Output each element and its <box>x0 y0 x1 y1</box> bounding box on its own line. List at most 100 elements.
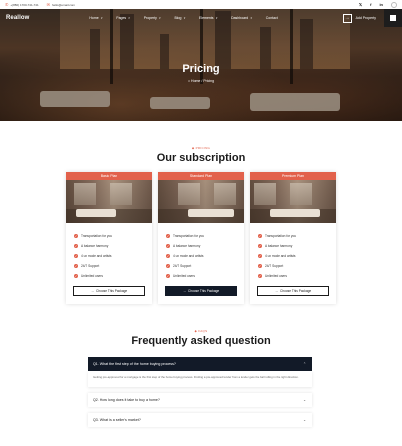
chevron-down-icon: ▾ <box>183 16 185 20</box>
nav-item-label: Contact <box>265 16 278 20</box>
facebook-icon[interactable]: f <box>370 2 371 7</box>
chevron-down-icon: ⌄ <box>303 418 306 422</box>
plan-name: Premium Plan <box>250 172 336 180</box>
linkedin-icon[interactable]: in <box>379 2 383 7</box>
feature-text: Unlimited users <box>173 274 195 278</box>
faq-question-text: Q1. What the first step of the home buyi… <box>93 362 176 366</box>
feature-text: Transportation for you <box>81 234 113 238</box>
check-icon: ✓ <box>74 234 78 238</box>
email-address: hello@email.com <box>52 2 76 7</box>
breadcrumb-home[interactable]: Home <box>191 79 200 83</box>
check-icon: ✓ <box>258 274 262 278</box>
phone-number: +(880) 1700-741-741 <box>10 2 39 7</box>
plan-card-standard: Standard Plan ✓ Transportation for you ✓ A… <box>158 172 244 304</box>
eyebrow-text: PRICING <box>195 146 211 150</box>
phone-contact[interactable]: ✆ +(880) 1700-741-741 <box>5 2 39 7</box>
nav-item-label: Property <box>143 16 157 20</box>
check-icon: ✓ <box>166 254 170 258</box>
faq-question-text: Q2. How long does it take to buy a home? <box>93 398 160 402</box>
nav-item-property[interactable]: Property ▾ <box>144 16 161 20</box>
feature-text: A balance harmony <box>265 244 293 248</box>
nav-item-elements[interactable]: Elements ▾ <box>199 16 217 20</box>
button-label: Choose This Package <box>96 289 128 293</box>
list-item: ✓ 24/7 Support <box>166 261 244 271</box>
nav-item-label: Dashboard <box>231 16 249 20</box>
faq-question-text: Q3. What is a seller's market? <box>93 418 141 422</box>
faq-eyebrow: ◆ FAQS <box>194 329 208 333</box>
choose-package-button[interactable]: → Choose This Package <box>73 286 145 296</box>
list-item: ✓ Transportation for you <box>166 231 244 241</box>
check-icon: ✓ <box>74 264 78 268</box>
nav-menu: Home ▾ Pages ▾ Property ▾ Blog ▾ Elements ▾ D… <box>89 16 277 20</box>
list-item: ✓ A balance harmony <box>166 241 244 251</box>
check-icon: ✓ <box>166 274 170 278</box>
grid-menu-button[interactable] <box>384 9 402 27</box>
chevron-down-icon: ⌄ <box>303 398 306 402</box>
plan-image <box>66 180 152 223</box>
add-property-link[interactable]: Add Property <box>356 16 376 20</box>
eyebrow-text: FAQS <box>198 329 208 333</box>
nav-item-dashboard[interactable]: Dashboard ▾ <box>231 16 252 20</box>
nav-item-pages[interactable]: Pages ▾ <box>116 16 129 20</box>
breadcrumb-current: Pricing <box>203 79 215 83</box>
faq-question-3[interactable]: Q3. What is a seller's market? ⌄ <box>88 413 312 427</box>
subscription-eyebrow: ◆ PRICING <box>191 146 211 150</box>
check-icon: ✓ <box>258 254 262 258</box>
email-contact[interactable]: ✉ hello@email.com <box>46 1 76 7</box>
faq-title: Frequently asked question <box>131 335 271 347</box>
check-icon: ✓ <box>74 254 78 258</box>
list-item: ✓ Unlimited users <box>258 271 336 281</box>
arrow-icon[interactable]: → <box>342 13 352 23</box>
top-bar: ✆ +(880) 1700-741-741 ✉ hello@email.com … <box>0 0 402 9</box>
feature-list: ✓ Transportation for you ✓ A balance harmo… <box>158 223 244 281</box>
list-item: ✓ A balance harmony <box>74 241 152 251</box>
plan-image <box>250 180 336 223</box>
logo[interactable]: Reallow <box>6 15 29 21</box>
plan-card-premium: Premium Plan ✓ Transportation for you ✓ A … <box>250 172 336 304</box>
nav-item-label: Pages <box>116 16 127 20</box>
nav-item-home[interactable]: Home ▾ <box>89 16 102 20</box>
nav-item-label: Home <box>89 16 99 20</box>
plan-image <box>158 180 244 223</box>
choose-package-button[interactable]: → Choose This Package <box>165 286 237 296</box>
feature-text: Unlimited users <box>265 274 287 278</box>
list-item: ✓ Unlimited users <box>166 271 244 281</box>
check-icon: ✓ <box>258 244 262 248</box>
x-icon[interactable]: 𝕏 <box>359 2 362 7</box>
main-navigation: Reallow Home ▾ Pages ▾ Property ▾ Blog ▾ Ele… <box>0 9 402 27</box>
check-icon: ✓ <box>74 274 78 278</box>
nav-item-contact[interactable]: Contact <box>266 16 278 20</box>
list-item: ✓ 4 ux mode and artists <box>74 251 152 261</box>
plan-name: Standard Plan <box>158 172 244 180</box>
check-icon: ✓ <box>166 234 170 238</box>
button-label: Choose This Package <box>280 289 312 293</box>
mail-icon: ✉ <box>46 1 50 7</box>
feature-text: 4 ux mode and artists <box>173 254 204 258</box>
instagram-icon[interactable] <box>391 1 397 8</box>
list-item: ✓ A balance harmony <box>258 241 336 251</box>
chevron-down-icon: ▾ <box>128 16 130 20</box>
subscription-title: Our subscription <box>156 152 246 164</box>
list-item: ✓ 24/7 Support <box>74 261 152 271</box>
chevron-down-icon: ▾ <box>215 16 218 20</box>
plan-name: Basic Plan <box>66 172 152 180</box>
faq-question-2[interactable]: Q2. How long does it take to buy a home?… <box>88 393 312 407</box>
check-icon: ✓ <box>258 264 262 268</box>
social-links: 𝕏 f in <box>359 1 397 8</box>
chevron-down-icon: ▾ <box>158 16 161 20</box>
feature-text: A balance harmony <box>173 244 201 248</box>
list-item: ✓ 24/7 Support <box>258 261 336 271</box>
list-item: ✓ 4 ux mode and artists <box>258 251 336 261</box>
breadcrumb: ⌂ Home / Pricing <box>0 79 402 83</box>
nav-item-label: Blog <box>174 16 182 20</box>
check-icon: ✓ <box>258 234 262 238</box>
faq-question-1[interactable]: Q1. What the first step of the home buyi… <box>88 357 312 371</box>
choose-package-button[interactable]: → Choose This Package <box>257 286 329 296</box>
grid-menu-icon <box>390 15 396 21</box>
feature-text: 4 ux mode and artists <box>81 254 112 258</box>
feature-text: Transportation for you <box>265 234 297 238</box>
feature-text: Unlimited users <box>81 274 103 278</box>
feature-text: 24/7 Support <box>265 264 284 268</box>
chevron-up-icon: ⌃ <box>303 362 306 366</box>
nav-item-blog[interactable]: Blog ▾ <box>174 16 185 20</box>
